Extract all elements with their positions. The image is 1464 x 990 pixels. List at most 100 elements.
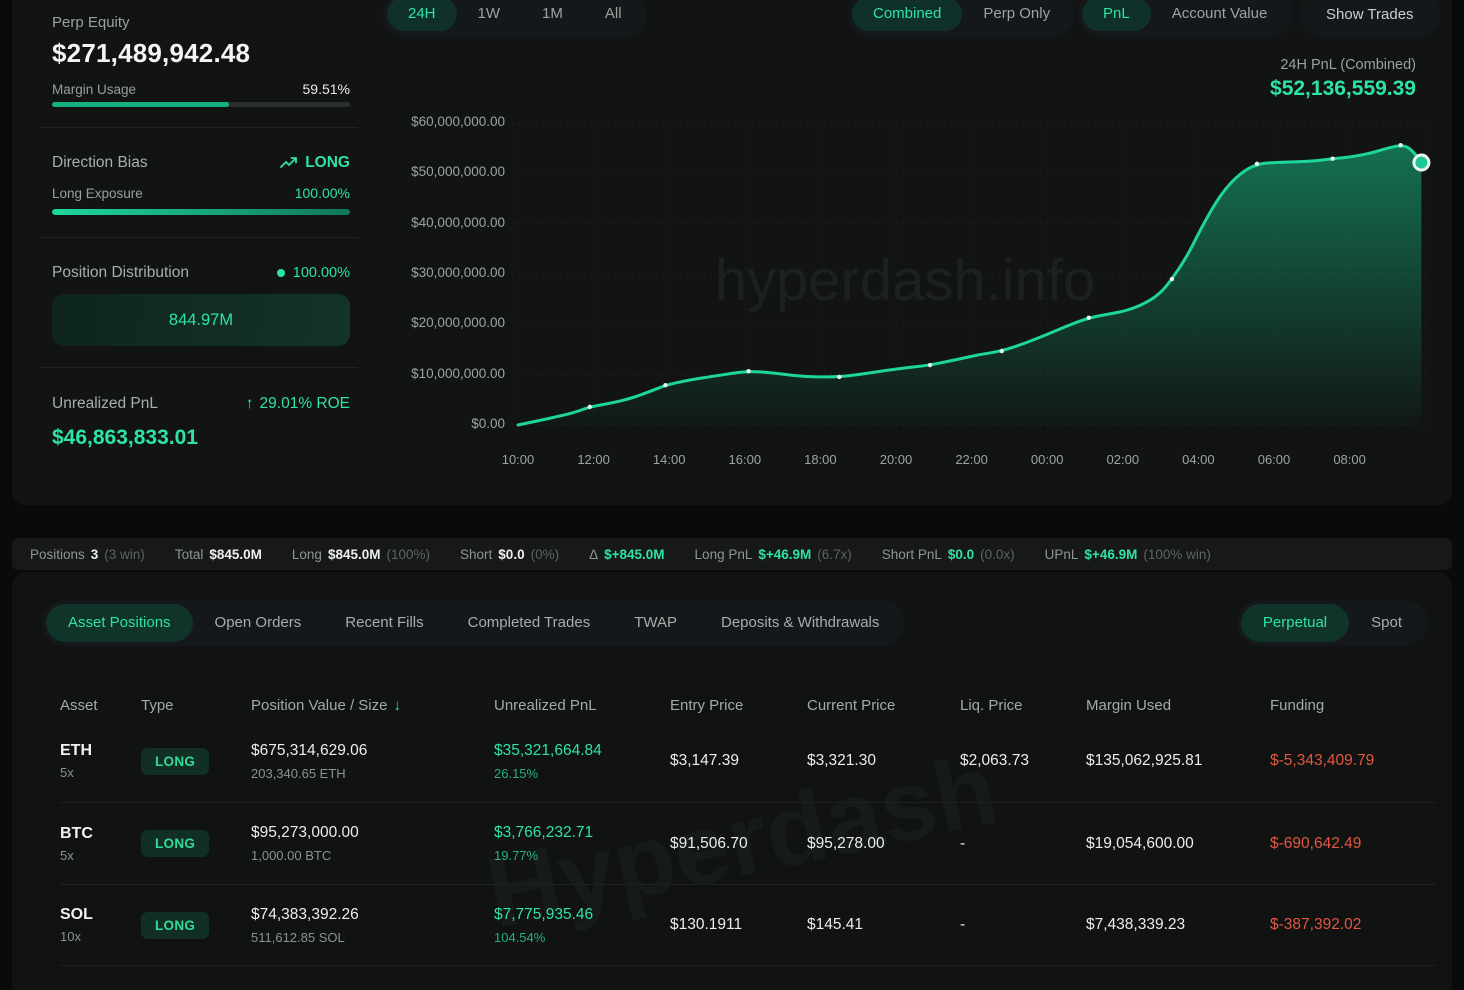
data-point-dot bbox=[588, 405, 592, 409]
divider bbox=[40, 127, 358, 128]
liq-price: - bbox=[960, 916, 1086, 934]
entry-price: $3,147.39 bbox=[670, 752, 807, 770]
unrealized-pnl-pct: 19.77% bbox=[494, 848, 670, 863]
trend-up-icon bbox=[280, 156, 298, 170]
tab-twap[interactable]: TWAP bbox=[612, 604, 699, 642]
asset-name: BTC bbox=[60, 825, 141, 843]
x-axis-tick: 14:00 bbox=[641, 452, 697, 467]
direction-bias-label: Direction Bias bbox=[52, 154, 148, 172]
toggle-spot[interactable]: Spot bbox=[1349, 604, 1424, 642]
mode-tabs: Combined Perp Only bbox=[848, 0, 1075, 38]
x-axis-tick: 18:00 bbox=[792, 452, 848, 467]
position-distribution-value: 100.00% bbox=[293, 265, 350, 281]
margin-used: $135,062,925.81 bbox=[1086, 752, 1270, 770]
position-distribution-size: 844.97M bbox=[169, 311, 233, 330]
table-header-row: Asset Type Position Value / Size ↓ Unrea… bbox=[60, 690, 1436, 720]
column-header-type[interactable]: Type bbox=[141, 697, 251, 714]
y-axis-tick: $50,000,000.00 bbox=[400, 164, 505, 179]
funding: $-5,343,409.79 bbox=[1270, 752, 1436, 770]
x-axis-tick: 04:00 bbox=[1170, 452, 1226, 467]
long-exposure-fill bbox=[52, 209, 350, 215]
funding: $-387,392.02 bbox=[1270, 916, 1436, 934]
tab-all[interactable]: All bbox=[584, 0, 643, 31]
sort-arrow-down-icon: ↓ bbox=[393, 697, 401, 714]
y-axis-tick: $20,000,000.00 bbox=[400, 315, 505, 330]
position-size: 1,000.00 BTC bbox=[251, 848, 494, 863]
x-axis-tick: 16:00 bbox=[717, 452, 773, 467]
data-point-dot bbox=[663, 383, 667, 387]
x-axis-tick: 00:00 bbox=[1019, 452, 1075, 467]
data-point-dot bbox=[1255, 162, 1259, 166]
position-row-eth[interactable]: ETH 5x LONG $675,314,629.06 203,340.65 E… bbox=[60, 720, 1436, 802]
tab-24h[interactable]: 24H bbox=[387, 0, 457, 31]
column-header-asset[interactable]: Asset bbox=[60, 697, 141, 714]
summary-total: Total$845.0M bbox=[175, 547, 262, 562]
y-axis-tick: $60,000,000.00 bbox=[400, 114, 505, 129]
column-header-liq-price[interactable]: Liq. Price bbox=[960, 697, 1086, 714]
section-tabs: Asset Positions Open Orders Recent Fills… bbox=[42, 600, 905, 646]
column-header-position-value[interactable]: Position Value / Size ↓ bbox=[251, 697, 494, 714]
current-value-marker bbox=[1414, 155, 1429, 170]
account-stats-sidebar: Perp Equity $271,489,942.48 Margin Usage… bbox=[52, 0, 350, 505]
chart-header: 24H PnL (Combined) $52,136,559.39 bbox=[1270, 57, 1416, 101]
tab-completed-trades[interactable]: Completed Trades bbox=[446, 604, 613, 642]
entry-price: $91,506.70 bbox=[670, 835, 807, 853]
pnl-chart[interactable]: hyperdash.info $60,000,000.00$50,000,000… bbox=[400, 100, 1452, 460]
summary-long-pnl: Long PnL$+46.9M(6.7x) bbox=[695, 547, 852, 562]
arrow-up-icon: ↑ bbox=[246, 395, 254, 413]
y-axis-tick: $10,000,000.00 bbox=[400, 366, 505, 381]
unrealized-pnl: $35,321,664.84 bbox=[494, 742, 670, 760]
long-badge: LONG bbox=[141, 748, 209, 775]
tab-account-value[interactable]: Account Value bbox=[1151, 0, 1289, 31]
divider bbox=[40, 367, 358, 368]
asset-leverage: 5x bbox=[60, 848, 141, 863]
position-distribution-box[interactable]: 844.97M bbox=[52, 294, 350, 346]
toggle-perpetual[interactable]: Perpetual bbox=[1241, 604, 1349, 642]
tab-1m[interactable]: 1M bbox=[521, 0, 584, 31]
position-row-btc[interactable]: BTC 5x LONG $95,273,000.00 1,000.00 BTC … bbox=[60, 802, 1436, 884]
tab-combined[interactable]: Combined bbox=[852, 0, 962, 31]
summary-long: Long$845.0M(100%) bbox=[292, 547, 430, 562]
summary-upnl: UPnL$+46.9M(100% win) bbox=[1045, 547, 1211, 562]
market-toggle: Perpetual Spot bbox=[1237, 600, 1428, 646]
y-axis-tick: $40,000,000.00 bbox=[400, 215, 505, 230]
tab-pnl[interactable]: PnL bbox=[1082, 0, 1151, 31]
position-size: 511,612.85 SOL bbox=[251, 930, 494, 945]
show-trades-button[interactable]: Show Trades bbox=[1300, 0, 1440, 38]
column-header-current-price[interactable]: Current Price bbox=[807, 697, 960, 714]
asset-leverage: 5x bbox=[60, 765, 141, 780]
liq-price: - bbox=[960, 835, 1086, 853]
roe-value: 29.01% ROE bbox=[260, 395, 350, 413]
tab-open-orders[interactable]: Open Orders bbox=[193, 604, 324, 642]
current-price: $145.41 bbox=[807, 916, 960, 934]
column-header-entry-price[interactable]: Entry Price bbox=[670, 697, 807, 714]
positions-table: Asset Type Position Value / Size ↓ Unrea… bbox=[60, 690, 1436, 966]
perp-equity-label: Perp Equity bbox=[52, 14, 350, 31]
margin-used: $19,054,600.00 bbox=[1086, 835, 1270, 853]
y-axis-tick: $30,000,000.00 bbox=[400, 265, 505, 280]
tab-deposits-withdrawals[interactable]: Deposits & Withdrawals bbox=[699, 604, 901, 642]
distribution-dot-icon bbox=[277, 269, 285, 277]
positions-card: Hyperdash Asset Positions Open Orders Re… bbox=[12, 572, 1452, 990]
position-row-sol[interactable]: SOL 10x LONG $74,383,392.26 511,612.85 S… bbox=[60, 884, 1436, 966]
divider bbox=[40, 237, 358, 238]
margin-used: $7,438,339.23 bbox=[1086, 916, 1270, 934]
unrealized-pnl-label: Unrealized PnL bbox=[52, 395, 158, 413]
column-header-unrealized-pnl[interactable]: Unrealized PnL bbox=[494, 697, 670, 714]
chart-header-value: $52,136,559.39 bbox=[1270, 77, 1416, 101]
tab-perp-only[interactable]: Perp Only bbox=[962, 0, 1071, 31]
unrealized-pnl-pct: 26.15% bbox=[494, 766, 670, 781]
tab-recent-fills[interactable]: Recent Fills bbox=[323, 604, 445, 642]
column-header-funding[interactable]: Funding bbox=[1270, 697, 1436, 714]
pnl-area-chart[interactable] bbox=[400, 100, 1452, 460]
y-axis-tick: $0.00 bbox=[400, 416, 505, 431]
long-badge: LONG bbox=[141, 830, 209, 857]
tab-asset-positions[interactable]: Asset Positions bbox=[46, 604, 193, 642]
column-header-margin-used[interactable]: Margin Used bbox=[1086, 697, 1270, 714]
tab-1w[interactable]: 1W bbox=[457, 0, 522, 31]
asset-name: ETH bbox=[60, 742, 141, 760]
data-point-dot bbox=[1330, 157, 1334, 161]
unrealized-pnl: $3,766,232.71 bbox=[494, 824, 670, 842]
unrealized-pnl: $7,775,935.46 bbox=[494, 906, 670, 924]
asset-leverage: 10x bbox=[60, 929, 141, 944]
